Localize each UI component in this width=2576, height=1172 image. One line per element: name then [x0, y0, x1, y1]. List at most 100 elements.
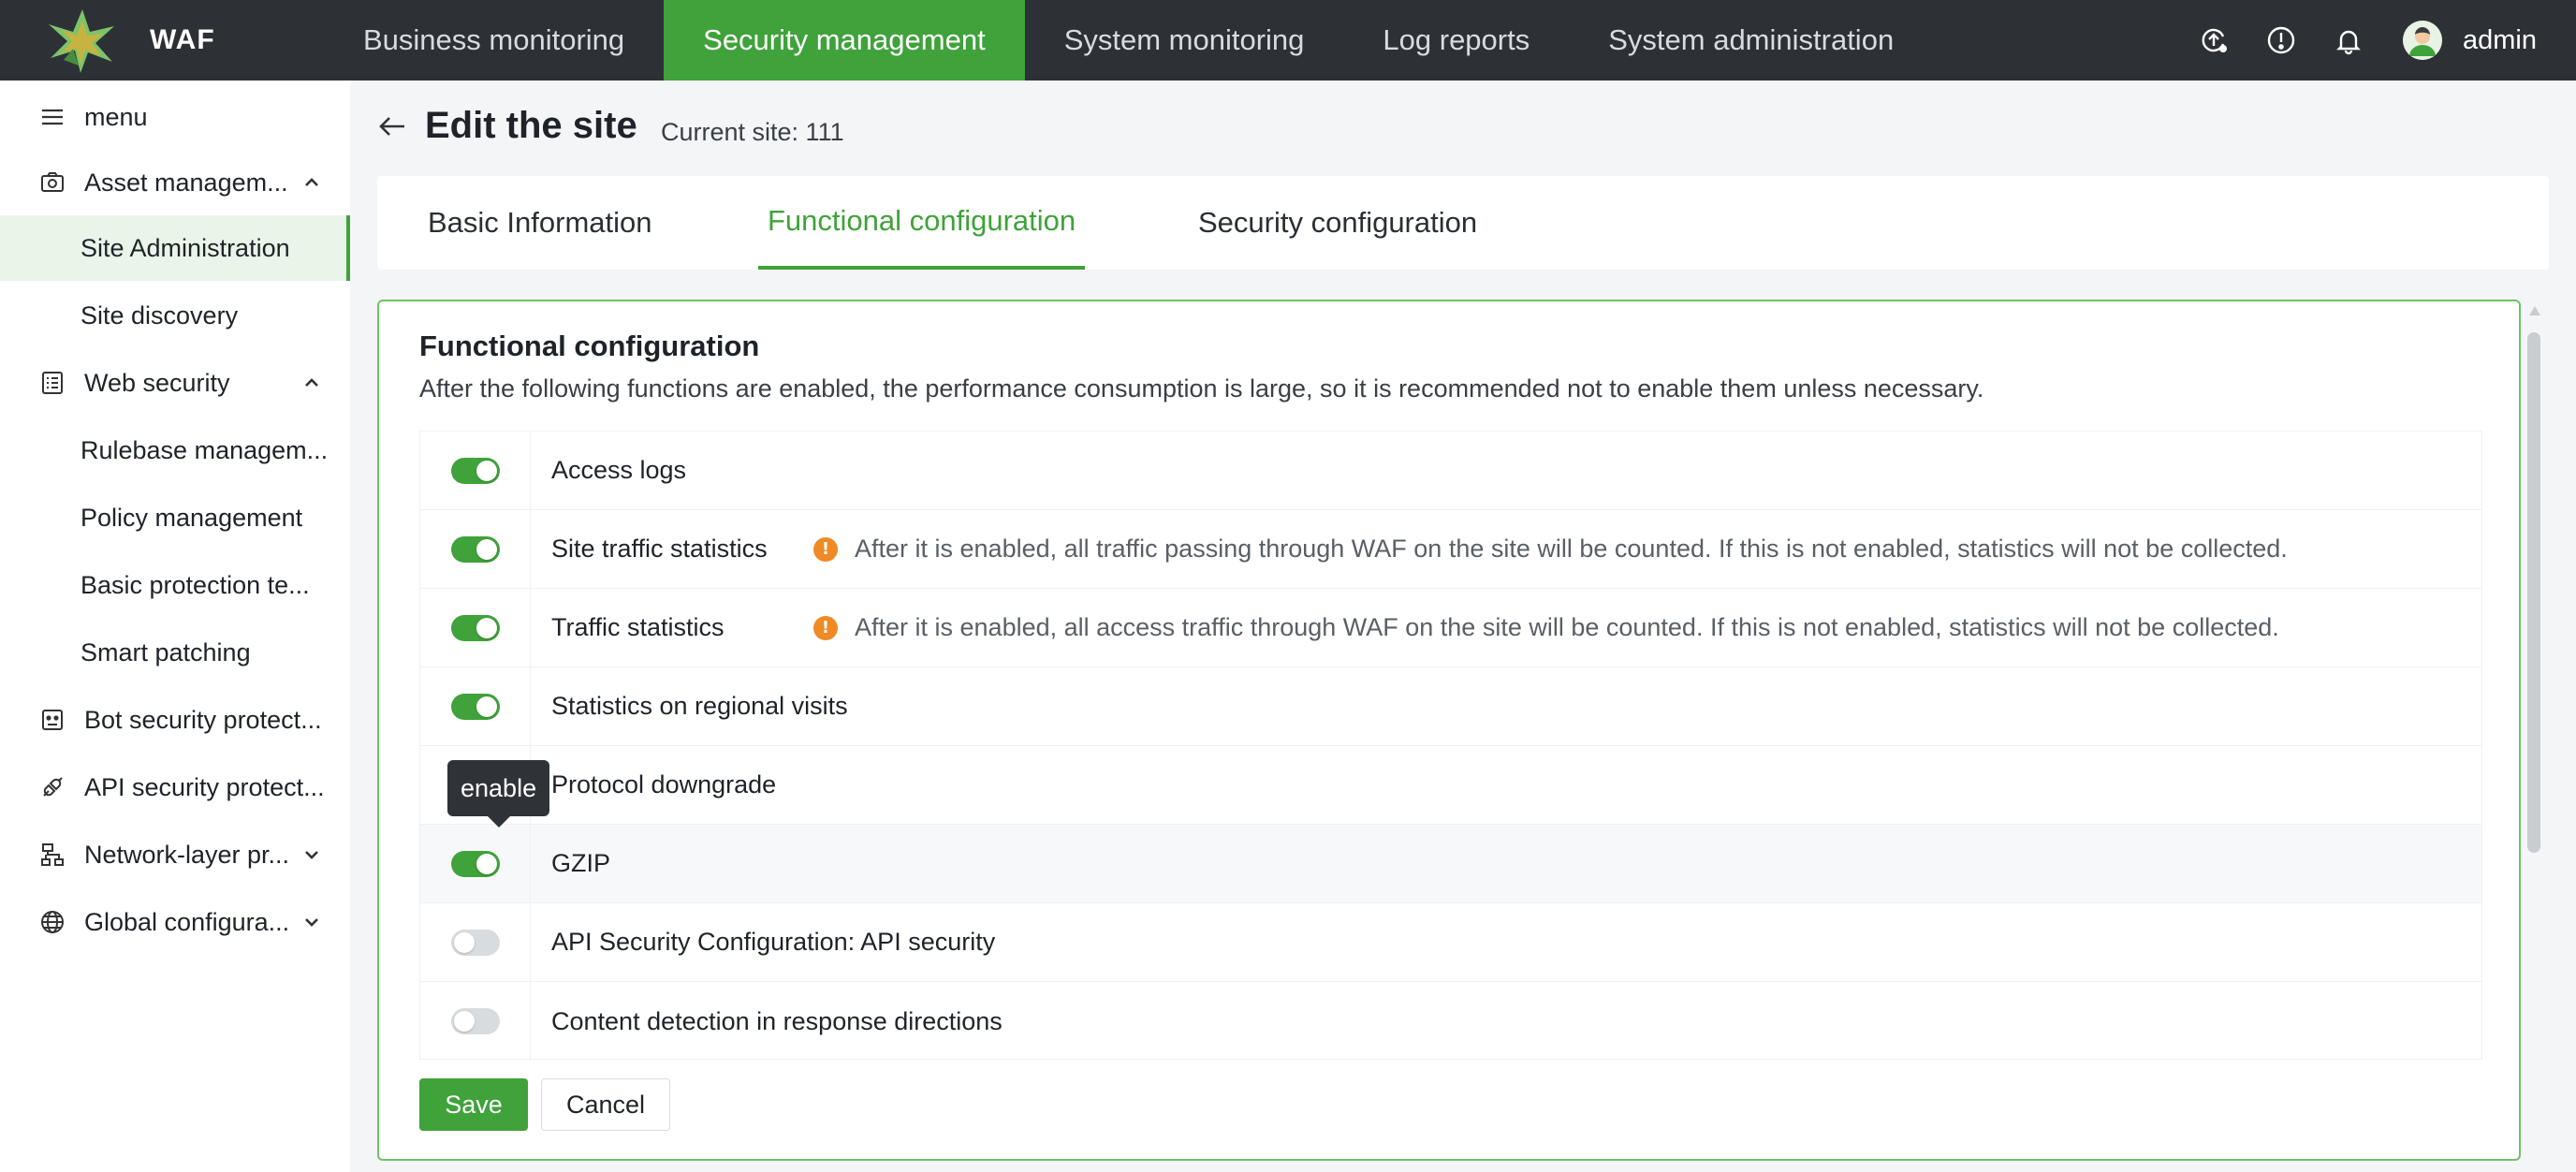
back-arrow-icon[interactable] — [376, 110, 408, 142]
toggle-cell — [420, 824, 531, 903]
regional-visits-switch[interactable] — [450, 693, 500, 720]
row-name: Traffic statistics — [551, 613, 724, 641]
nav-system-administration[interactable]: System administration — [1569, 0, 1933, 81]
table-row-api-security: API Security Configuration: API security — [420, 902, 2481, 982]
globe-icon — [37, 907, 67, 937]
sidebar-item-label: Global configura... — [84, 907, 290, 936]
sidebar-item-site-discovery[interactable]: Site discovery — [0, 283, 350, 348]
nav-system-monitoring[interactable]: System monitoring — [1025, 0, 1344, 81]
waf-logo-icon — [49, 9, 114, 73]
nav-security-management[interactable]: Security management — [664, 0, 1025, 81]
upgrade-icon[interactable] — [2195, 22, 2232, 59]
sidebar-item-web-security[interactable]: Web security — [0, 350, 350, 416]
row-info: ! After it is enabled, all traffic passi… — [813, 535, 2288, 564]
sidebar-item-policy-management[interactable]: Policy management — [0, 485, 350, 550]
network-icon — [37, 840, 67, 870]
info-icon: ! — [813, 615, 838, 640]
sidebar-item-smart-patching[interactable]: Smart patching — [0, 620, 350, 685]
chevron-down-icon — [305, 918, 318, 927]
sidebar-item-network-layer[interactable]: Network-layer pr... — [0, 822, 350, 887]
hamburger-icon — [37, 102, 67, 132]
row-name: API Security Configuration: API security — [551, 928, 996, 956]
nav-business-monitoring[interactable]: Business monitoring — [324, 0, 664, 81]
row-name: Site traffic statistics — [551, 535, 768, 563]
sidebar-item-label: Rulebase managem... — [80, 435, 329, 464]
sidebar-item-label: Web security — [84, 368, 230, 397]
row-name: Protocol downgrade — [551, 770, 777, 798]
cancel-button[interactable]: Cancel — [541, 1078, 670, 1131]
sidebar-item-basic-protection[interactable]: Basic protection te... — [0, 552, 350, 618]
toggle-cell — [420, 667, 531, 746]
site-traffic-statistics-switch[interactable] — [450, 535, 500, 563]
table-row-regional-visits: Statistics on regional visits — [420, 667, 2481, 746]
chevron-down-icon — [305, 851, 318, 859]
sidebar-item-label: Bot security protect... — [84, 705, 322, 734]
api-security-switch[interactable] — [450, 929, 500, 956]
sidebar-item-global-configuration[interactable]: Global configura... — [0, 889, 350, 955]
app-name: WAF — [150, 24, 215, 55]
row-name: Content detection in response directions — [551, 1006, 1003, 1035]
toggle-cell — [420, 431, 531, 510]
save-button[interactable]: Save — [419, 1078, 528, 1131]
info-text: After it is enabled, all access traffic … — [855, 613, 2279, 641]
bell-icon[interactable] — [2330, 22, 2367, 59]
sidebar-item-label: Basic protection te... — [80, 570, 310, 599]
sidebar-item-label: Policy management — [80, 503, 303, 532]
chevron-up-icon — [305, 178, 318, 186]
nav-log-reports[interactable]: Log reports — [1343, 0, 1569, 81]
page-title: Edit the site — [425, 105, 637, 146]
info-text: After it is enabled, all traffic passing… — [855, 535, 2288, 563]
content-detection-switch[interactable] — [450, 1008, 500, 1034]
alert-icon[interactable] — [2262, 22, 2300, 59]
toggle-cell — [420, 588, 531, 667]
user-menu[interactable]: admin — [2403, 21, 2537, 60]
function-table: Access logs Site traffic statistics ! Af… — [419, 431, 2482, 1061]
main-nav: Business monitoring Security management … — [324, 0, 1933, 81]
enable-tooltip: enable — [447, 760, 550, 828]
sidebar-item-label: Network-layer pr... — [84, 840, 290, 869]
toggle-cell — [420, 982, 531, 1061]
sidebar-item-bot-security[interactable]: Bot security protect... — [0, 687, 350, 753]
scroll-up-arrow-icon[interactable] — [2527, 304, 2542, 317]
scrollbar-thumb[interactable] — [2527, 332, 2540, 853]
toggle-cell — [420, 509, 531, 589]
row-name: GZIP — [551, 849, 611, 877]
section-description: After the following functions are enable… — [419, 374, 1984, 403]
web-security-icon — [37, 368, 67, 398]
sidebar-item-asset-management[interactable]: Asset managem... — [0, 150, 350, 215]
brand[interactable]: WAF — [36, 0, 215, 81]
access-logs-switch[interactable] — [450, 457, 500, 484]
row-info: ! After it is enabled, all access traffi… — [813, 613, 2279, 642]
sidebar-menu-label: menu — [84, 102, 148, 131]
top-icons: admin — [2195, 0, 2576, 81]
api-icon — [37, 772, 67, 802]
section-title: Functional configuration — [419, 330, 760, 362]
current-site-label: Current site: 111 — [661, 118, 844, 146]
sidebar-item-rulebase-management[interactable]: Rulebase managem... — [0, 418, 350, 483]
table-row-site-traffic-statistics: Site traffic statistics ! After it is en… — [420, 509, 2481, 589]
tab-security-configuration[interactable]: Security configuration — [1189, 176, 1486, 270]
sidebar-item-site-administration[interactable]: Site Administration — [0, 215, 350, 281]
row-name: Statistics on regional visits — [551, 692, 848, 720]
avatar — [2403, 21, 2442, 60]
sidebar-menu-toggle[interactable]: menu — [0, 84, 350, 150]
sidebar-item-label: Site discovery — [80, 300, 239, 330]
sidebar-item-label: Site Administration — [80, 233, 290, 262]
table-row-gzip: GZIP — [420, 824, 2481, 903]
sidebar-item-label: Asset managem... — [84, 168, 288, 197]
sidebar: menu Asset managem... Site Administratio… — [0, 81, 350, 1172]
gzip-switch[interactable] — [450, 850, 500, 877]
info-icon: ! — [813, 536, 838, 562]
asset-icon — [37, 168, 67, 198]
table-row-protocol-downgrade: Protocol downgrade — [420, 745, 2481, 825]
bot-icon — [37, 705, 67, 735]
traffic-statistics-switch[interactable] — [450, 614, 500, 641]
tab-bar: Basic Information Functional configurati… — [377, 176, 2549, 270]
sidebar-item-api-security[interactable]: API security protect... — [0, 754, 350, 820]
toggle-cell — [420, 902, 531, 982]
username: admin — [2463, 24, 2537, 55]
tab-functional-configuration[interactable]: Functional configuration — [758, 176, 1086, 270]
tab-basic-information[interactable]: Basic Information — [418, 176, 662, 270]
table-row-content-detection: Content detection in response directions — [420, 982, 2481, 1061]
functional-configuration-panel: Functional configuration After the follo… — [377, 300, 2521, 1161]
